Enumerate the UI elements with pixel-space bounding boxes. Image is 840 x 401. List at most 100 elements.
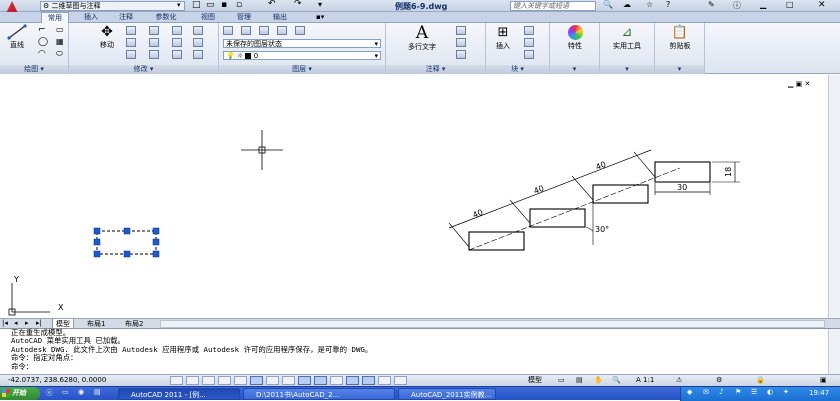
grip[interactable] <box>123 250 131 258</box>
vertical-scrollbar[interactable] <box>828 75 840 318</box>
dyn-toggle[interactable] <box>314 376 327 385</box>
table-icon[interactable] <box>456 50 466 59</box>
offset-icon[interactable] <box>193 38 203 47</box>
command-window[interactable]: 正在重生成模型。 AutoCAD 菜单实用工具 已加载。 Autodesk DW… <box>0 328 840 374</box>
polar-toggle[interactable] <box>234 376 247 385</box>
selected-rectangle[interactable] <box>93 227 160 258</box>
tray-icon[interactable]: ◆ <box>687 388 692 396</box>
ribbon-toggle-icon[interactable]: ▪▾ <box>316 13 324 21</box>
grip[interactable] <box>152 250 160 258</box>
zoom-icon[interactable]: 🔍 <box>612 375 621 386</box>
attribute-icon[interactable] <box>524 50 534 59</box>
tab-annotate[interactable]: 注释 <box>112 12 140 23</box>
mirror-icon[interactable] <box>149 38 159 47</box>
tray-icon[interactable]: ♪ <box>719 388 723 396</box>
create-block-icon[interactable] <box>524 26 534 35</box>
quicklaunch-ie-icon[interactable]: ⓔ <box>46 388 53 398</box>
annotation-visibility-icon[interactable]: ⚠ <box>676 375 682 386</box>
panel-annotation-label[interactable]: 注释 ▾ <box>386 65 485 74</box>
join-icon[interactable] <box>193 50 203 59</box>
utilities-button[interactable]: ⊿ 实用工具 <box>604 24 650 54</box>
help-icon[interactable]: ? <box>666 0 670 9</box>
tab-nav-first-icon[interactable]: |◂ <box>2 319 8 327</box>
lock-icon[interactable]: 🔒 <box>756 375 765 386</box>
panel-block-label[interactable]: 块 ▾ <box>486 65 549 74</box>
infer-constraints-toggle[interactable] <box>170 376 183 385</box>
tab-parametric[interactable]: 参数化 <box>148 12 184 23</box>
grip[interactable] <box>93 250 101 258</box>
layer-on-icon[interactable] <box>241 26 251 35</box>
sc-toggle[interactable] <box>378 376 391 385</box>
grip[interactable] <box>152 227 160 235</box>
taskbar-item-autocad[interactable]: AutoCAD 2011 - [例... <box>118 388 240 400</box>
layer-properties-icon[interactable] <box>223 26 233 35</box>
tray-icon[interactable]: ✦ <box>783 388 789 396</box>
scale-icon[interactable] <box>149 50 159 59</box>
trim-icon[interactable] <box>149 26 159 35</box>
circle-icon[interactable]: ◯ <box>38 37 48 47</box>
quicklaunch-desktop-icon[interactable]: ▭ <box>62 388 69 396</box>
redo-icon[interactable]: ↷ <box>294 0 302 9</box>
layer-iso-icon[interactable] <box>295 26 305 35</box>
favorites-icon[interactable]: ☆ <box>646 0 653 9</box>
tab-output[interactable]: 输出 <box>266 12 294 23</box>
tab-nav-prev-icon[interactable]: ◂ <box>14 319 18 327</box>
qp-toggle[interactable] <box>362 376 375 385</box>
maximize-icon[interactable]: □ <box>786 0 794 9</box>
start-button[interactable]: 开始 <box>0 387 40 400</box>
tray-icon[interactable]: ◐ <box>767 388 773 396</box>
quickview-icon[interactable]: ▤ <box>576 375 583 386</box>
insert-block-button[interactable]: ⊞ 插入 <box>488 24 518 54</box>
move-button[interactable]: ✥ 移动 <box>93 24 121 54</box>
quicklaunch-folder-icon[interactable]: ▤ <box>94 388 101 396</box>
command-scrollbar[interactable] <box>828 329 840 374</box>
copy-icon[interactable] <box>126 38 136 47</box>
tray-icon[interactable]: ⚑ <box>735 388 741 396</box>
grid-toggle[interactable] <box>202 376 215 385</box>
rect-icon[interactable]: ▭ <box>56 25 64 34</box>
line-button[interactable]: 直线 <box>3 24 31 54</box>
search-icon[interactable]: 🔍 <box>603 0 613 9</box>
3dosnap-toggle[interactable] <box>266 376 279 385</box>
grip[interactable] <box>152 238 160 246</box>
properties-button[interactable]: 特性 <box>556 24 594 54</box>
qat-new-icon[interactable]: □ <box>192 0 201 10</box>
stretch-icon[interactable] <box>126 50 136 59</box>
model-space-button[interactable]: 模型 <box>528 375 542 386</box>
coordinate-readout[interactable]: -42.0737, 238.6280, 0.0000 <box>8 375 106 386</box>
clean-screen-icon[interactable]: ▣ <box>820 375 827 386</box>
tools-icon[interactable]: ✎ <box>708 0 715 9</box>
tpy-toggle[interactable] <box>346 376 359 385</box>
edit-block-icon[interactable] <box>524 38 534 47</box>
panel-draw-label[interactable]: 绘图 ▾ <box>0 65 68 74</box>
qat-open-icon[interactable]: ▭ <box>206 0 215 10</box>
leader-icon[interactable] <box>456 38 466 47</box>
drawing-canvas[interactable]: ▁ ▣ ✕ 40 40 40 30 18 30° X Y <box>0 75 840 318</box>
dimension-icon[interactable] <box>456 26 466 35</box>
layer-lock-icon[interactable] <box>277 26 287 35</box>
grip[interactable] <box>123 227 131 235</box>
panel-layers-label[interactable]: 图层 ▾ <box>219 65 385 74</box>
horizontal-scrollbar[interactable] <box>160 320 825 328</box>
current-layer-select[interactable]: 💡 ☼ 0 ▾ <box>223 51 381 60</box>
tab-home[interactable]: 常用 <box>41 12 69 23</box>
tab-nav-last-icon[interactable]: ▸| <box>36 319 42 327</box>
layer-freeze-icon[interactable] <box>259 26 269 35</box>
array-icon[interactable] <box>172 50 182 59</box>
qat-saveas-icon[interactable]: ▫ <box>236 0 242 10</box>
workspace-switcher[interactable]: ⚙ 二维草图与注释 <box>40 1 185 11</box>
ellipse-icon[interactable]: ⬭ <box>56 49 63 59</box>
snap-toggle[interactable] <box>186 376 199 385</box>
pan-icon[interactable]: ✋ <box>594 375 603 386</box>
am-toggle[interactable] <box>394 376 407 385</box>
search-input[interactable]: 键入关键字或短语 <box>510 1 596 11</box>
ortho-toggle[interactable] <box>218 376 231 385</box>
qat-save-icon[interactable]: ▪ <box>221 0 227 10</box>
otrack-toggle[interactable] <box>282 376 295 385</box>
arc-icon[interactable]: ◠ <box>38 49 46 59</box>
taskbar-item-explorer[interactable]: D:\2011书\AutoCAD_2... <box>243 388 395 400</box>
clock[interactable]: 19:47 <box>809 389 829 397</box>
close-icon[interactable]: ✕ <box>818 0 826 10</box>
taskbar-item-document[interactable]: AutoCAD_2011实例教... <box>398 388 496 400</box>
polyline-icon[interactable]: ⌐ <box>38 25 46 35</box>
